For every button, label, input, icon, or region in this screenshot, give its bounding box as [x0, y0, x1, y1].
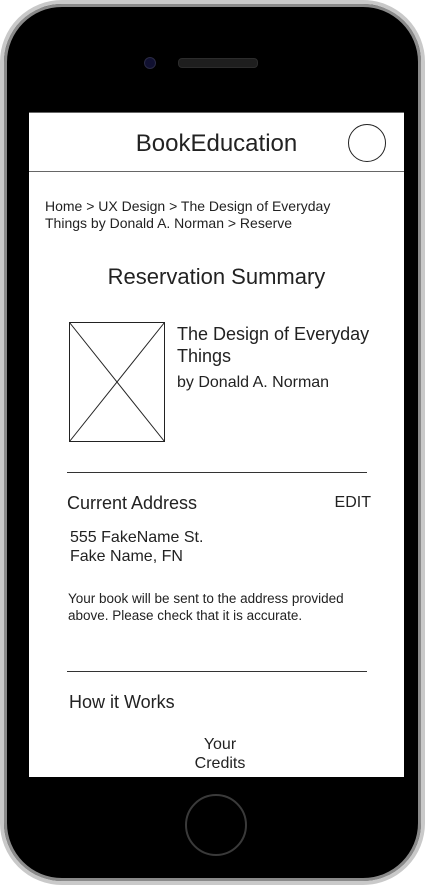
app-header: BookEducation [29, 112, 404, 172]
address-line-1: 555 FakeName St. [70, 529, 204, 546]
divider [67, 671, 367, 672]
phone-frame: BookEducation Home > UX Design > The Des… [0, 0, 425, 885]
address-note: Your book will be sent to the address pr… [68, 591, 344, 623]
page-title: Reservation Summary [107, 264, 326, 289]
avatar[interactable] [348, 124, 386, 162]
speaker-grille [178, 58, 258, 68]
book-title: The Design of Everyday Things [177, 324, 370, 366]
app-screen: BookEducation Home > UX Design > The Des… [29, 112, 404, 777]
book-author: by Donald A. Norman [177, 374, 330, 391]
breadcrumb[interactable]: Home > UX Design > The Design of Everyda… [45, 198, 365, 232]
home-button[interactable] [185, 794, 247, 856]
how-it-works-heading: How it Works [69, 692, 175, 712]
divider [67, 472, 367, 473]
edit-address-button[interactable]: EDIT [329, 494, 371, 512]
credits-line-1: Your [203, 736, 237, 753]
current-address-heading: Current Address [67, 493, 198, 513]
your-credits-label: Your Credits [29, 735, 404, 773]
credits-line-2: Credits [194, 755, 246, 772]
camera-icon [144, 57, 156, 69]
address-block: 555 FakeName St. Fake Name, FN [70, 528, 320, 566]
address-line-2: Fake Name, FN [70, 548, 183, 565]
image-placeholder-icon [69, 322, 165, 442]
